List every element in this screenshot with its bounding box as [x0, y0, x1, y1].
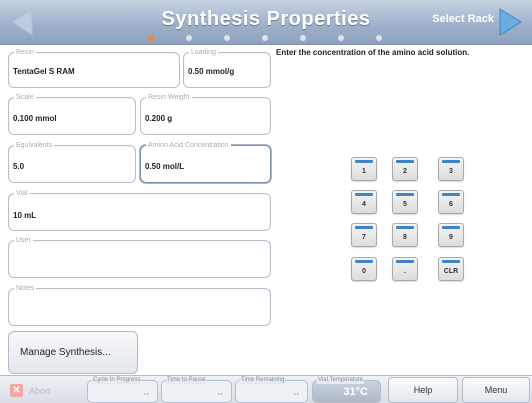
step-dot	[300, 35, 306, 41]
header-bar: Synthesis Properties Select Rack	[0, 0, 532, 45]
resin-weight-value: 0.200 g	[145, 114, 173, 123]
amino-acid-concentration-field[interactable]: Amino Acid Concentration 0.50 mol/L	[140, 141, 271, 183]
key-3[interactable]: 3	[438, 157, 464, 181]
manage-synthesis-button[interactable]: Manage Synthesis...	[8, 331, 138, 374]
cycle-in-progress-status: Cycle In Progress --	[87, 377, 158, 403]
time-to-pause-value: --	[217, 389, 223, 398]
step-dot	[376, 35, 382, 41]
user-field[interactable]: User	[8, 236, 271, 278]
time-remaining-status: Time Remaining --	[235, 377, 308, 403]
notes-label: Notes	[14, 284, 37, 293]
key-2[interactable]: 2	[392, 157, 418, 181]
loading-field[interactable]: Loading 0.50 mmol/g	[183, 48, 271, 88]
menu-button[interactable]: Menu	[462, 377, 530, 403]
vial-temperature-value: 31°C	[343, 386, 368, 398]
resin-label: Resin	[14, 48, 36, 57]
equivalents-label: Equivalents	[14, 141, 55, 150]
vial-temperature-label: Vial Temperature	[317, 377, 365, 384]
vial-label: Vial	[14, 189, 30, 198]
loading-value: 0.50 mmol/g	[188, 67, 235, 76]
cycle-in-progress-value: --	[143, 389, 149, 398]
key-5[interactable]: 5	[392, 190, 418, 214]
resin-field[interactable]: Resin TentaGel S RAM	[8, 48, 180, 88]
vial-value: 10 mL	[13, 211, 37, 220]
resin-value: TentaGel S RAM	[13, 67, 75, 76]
step-dot	[148, 35, 154, 41]
abort-button[interactable]: ✕ Abort	[8, 379, 82, 402]
key-6[interactable]: 6	[438, 190, 464, 214]
step-dot	[186, 35, 192, 41]
close-icon: ✕	[10, 384, 23, 397]
time-remaining-value: --	[293, 389, 299, 398]
key-8[interactable]: 8	[392, 223, 418, 247]
help-button[interactable]: Help	[388, 377, 458, 403]
equivalents-value: 5.0	[13, 162, 25, 171]
instruction-text: Enter the concentration of the amino aci…	[276, 48, 470, 57]
resin-weight-field[interactable]: Resin Weight 0.200 g	[140, 93, 271, 135]
abort-label: Abort	[29, 386, 51, 396]
key-9[interactable]: 9	[438, 223, 464, 247]
key-1[interactable]: 1	[351, 157, 377, 181]
key-clear[interactable]: CLR	[438, 257, 464, 281]
scale-value: 0.100 mmol	[13, 114, 57, 123]
step-dot	[224, 35, 230, 41]
amino-acid-concentration-value: 0.50 mol/L	[145, 162, 185, 171]
forward-arrow-icon[interactable]	[494, 6, 526, 38]
time-to-pause-label: Time to Pause	[166, 377, 207, 384]
amino-acid-concentration-label: Amino Acid Concentration	[146, 141, 231, 150]
step-dot	[262, 35, 268, 41]
key-7[interactable]: 7	[351, 223, 377, 247]
scale-field[interactable]: Scale 0.100 mmol	[8, 93, 136, 135]
manage-synthesis-label: Manage Synthesis...	[20, 347, 111, 358]
key-decimal[interactable]: .	[392, 257, 418, 281]
key-0[interactable]: 0	[351, 257, 377, 281]
step-dot	[338, 35, 344, 41]
vial-temperature-status: Vial Temperature 31°C	[312, 377, 381, 403]
loading-label: Loading	[189, 48, 218, 57]
user-label: User	[14, 236, 33, 245]
scale-label: Scale	[14, 93, 36, 102]
key-4[interactable]: 4	[351, 190, 377, 214]
equivalents-field[interactable]: Equivalents 5.0	[8, 141, 136, 183]
notes-field[interactable]: Notes	[8, 284, 271, 326]
cycle-in-progress-label: Cycle In Progress	[92, 377, 142, 384]
step-indicator	[148, 35, 398, 41]
select-rack-label[interactable]: Select Rack	[432, 13, 494, 25]
resin-weight-label: Resin Weight	[146, 93, 192, 102]
vial-field[interactable]: Vial 10 mL	[8, 189, 271, 231]
time-remaining-label: Time Remaining	[240, 377, 286, 384]
time-to-pause-status: Time to Pause --	[161, 377, 232, 403]
